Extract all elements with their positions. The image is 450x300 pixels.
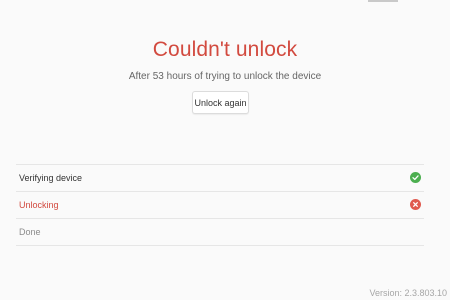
version-label: Version: 2.3.803.10 [369, 288, 447, 298]
page-title: Couldn't unlock [152, 38, 298, 61]
window-control-strip [368, 0, 398, 2]
step-label: Done [19, 227, 41, 237]
error-circle-icon [410, 199, 421, 210]
progress-steps-list: Verifying device Unlocking Done [16, 164, 424, 246]
check-circle-icon [410, 172, 421, 183]
step-unlocking: Unlocking [16, 191, 424, 218]
step-label: Verifying device [19, 173, 83, 183]
unlock-result-window: Couldn't unlock After 53 hours of trying… [0, 0, 450, 300]
step-label: Unlocking [19, 200, 59, 210]
unlock-again-button[interactable]: Unlock again [192, 91, 249, 114]
step-done: Done [16, 218, 424, 246]
step-verifying-device: Verifying device [16, 164, 424, 191]
status-message: After 53 hours of trying to unlock the d… [128, 71, 322, 82]
